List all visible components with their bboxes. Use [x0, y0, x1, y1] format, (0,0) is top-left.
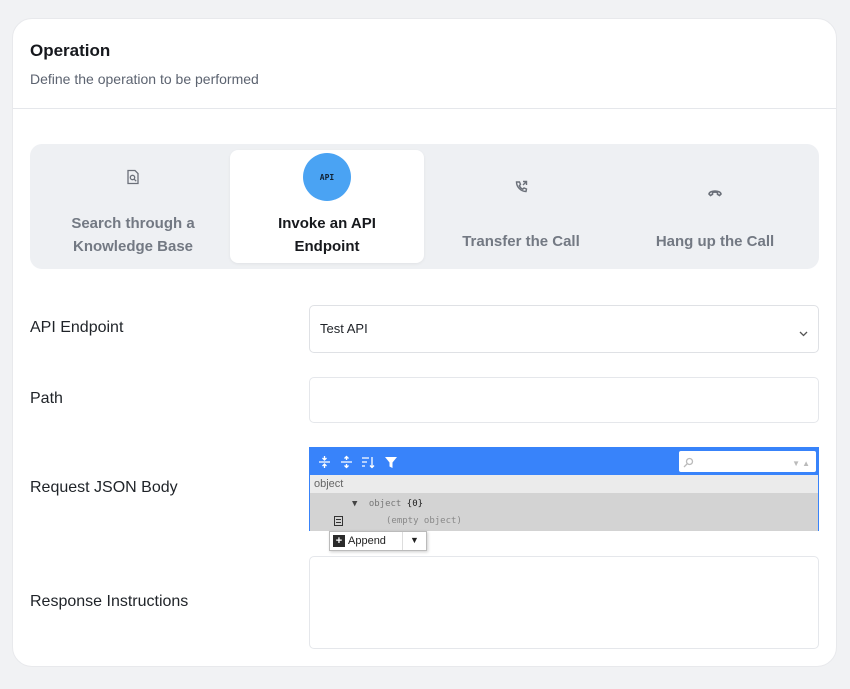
option-label: Transfer the Call	[462, 233, 580, 250]
search-document-icon	[126, 169, 140, 190]
response-instructions-label: Response Instructions	[30, 593, 189, 610]
json-root-node[interactable]: ▼ object {0}	[352, 499, 423, 509]
option-label-line2: Endpoint	[294, 238, 360, 255]
api-endpoint-value: Test API	[320, 321, 368, 336]
collapse-all-icon[interactable]	[338, 454, 354, 470]
card-title: Operation	[30, 41, 111, 60]
json-editor[interactable]: ▼▲ object ▼ object {0} (empty object)	[309, 447, 819, 531]
phone-forward-icon	[514, 180, 528, 199]
request-json-body-label: Request JSON Body	[30, 479, 178, 496]
phone-hangup-icon	[707, 184, 723, 202]
option-search-knowledge-base[interactable]: Search through a Knowledge Base	[36, 150, 230, 263]
json-editor-menu: ▼▲	[310, 448, 818, 475]
search-icon	[683, 455, 694, 473]
path-input[interactable]	[309, 377, 819, 423]
api-endpoint-select[interactable]: Test API	[309, 305, 819, 353]
chevron-down-icon[interactable]: ▼	[410, 535, 419, 545]
option-transfer-call[interactable]: Transfer the Call	[424, 150, 618, 263]
json-root-key: object	[368, 499, 402, 509]
json-empty-object-text: (empty object)	[386, 516, 462, 526]
option-hang-up-call[interactable]: Hang up the Call	[618, 150, 812, 263]
json-tree: ▼ object {0} (empty object)	[310, 494, 818, 531]
json-navigation-bar: object	[310, 475, 818, 494]
option-label: Hang up the Call	[655, 233, 775, 250]
sort-icon[interactable]	[360, 454, 376, 470]
plus-icon: +	[333, 535, 345, 547]
option-invoke-api-endpoint[interactable]: API Invoke an API Endpoint	[230, 150, 424, 263]
append-divider	[402, 532, 403, 550]
api-endpoint-label: API Endpoint	[30, 319, 124, 336]
card-header: Operation Define the operation to be per…	[13, 19, 836, 109]
option-label-line2: Knowledge Base	[72, 238, 194, 255]
option-label-line1: Search through a	[71, 215, 195, 232]
append-label: Append	[348, 535, 386, 547]
api-icon: API	[303, 153, 351, 201]
json-root-count: {0}	[406, 499, 424, 509]
card-subtitle: Define the operation to be performed	[30, 71, 259, 87]
filter-icon[interactable]	[383, 454, 399, 470]
json-search-input[interactable]: ▼▲	[679, 451, 816, 472]
option-label-line1: Invoke an API	[278, 215, 376, 232]
search-nav-arrows-icon[interactable]: ▼▲	[792, 459, 812, 468]
path-label: Path	[30, 390, 63, 407]
expand-all-icon[interactable]	[316, 454, 332, 470]
response-instructions-textarea[interactable]	[309, 556, 819, 649]
chevron-down-icon	[799, 324, 808, 342]
append-menu[interactable]: + Append ▼	[329, 531, 427, 551]
context-menu-icon[interactable]	[334, 516, 343, 529]
expand-toggle-icon[interactable]: ▼	[352, 499, 357, 509]
operation-selector: Search through a Knowledge Base API Invo…	[30, 144, 819, 269]
